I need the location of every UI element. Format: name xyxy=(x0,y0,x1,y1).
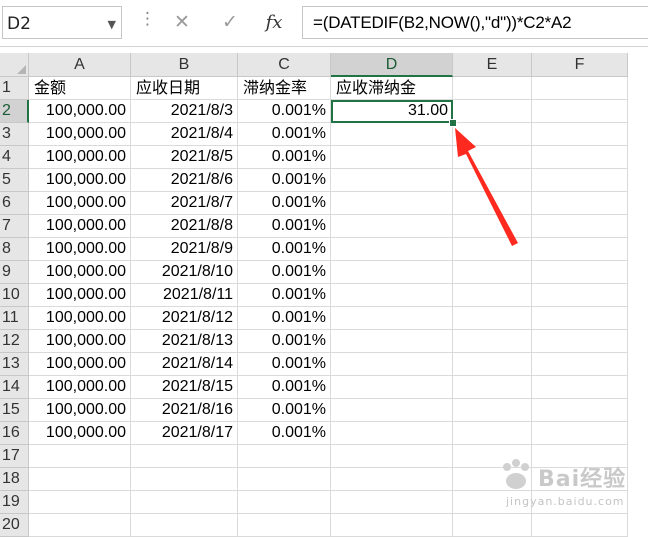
formula-text: =(DATEDIF(B2,NOW(),"d"))*C2*A2 xyxy=(313,13,572,32)
name-box[interactable]: D2 ▼ xyxy=(2,6,122,39)
watermark: Bai经验 jingyan.baidu.com xyxy=(488,455,638,517)
check-icon[interactable]: ✓ xyxy=(212,6,248,39)
insert-function-button[interactable]: fx xyxy=(256,6,292,39)
chevron-down-icon[interactable]: ▼ xyxy=(108,18,116,31)
drag-handle-icon[interactable]: ⋮ xyxy=(139,9,156,29)
paw-logo-icon xyxy=(503,459,529,489)
watermark-url: jingyan.baidu.com xyxy=(506,495,625,508)
close-icon[interactable]: ✕ xyxy=(164,6,200,39)
red-arrow-annotation xyxy=(455,128,518,246)
formula-bar: D2 ▼ ⋮ ✕ ✓ fx =(DATEDIF(B2,NOW(),"d"))*C… xyxy=(0,0,648,47)
formula-input[interactable]: =(DATEDIF(B2,NOW(),"d"))*C2*A2 xyxy=(302,6,648,39)
watermark-text: Bai经验 xyxy=(538,467,627,492)
spreadsheet-grid[interactable]: ABCDEF 1 金额 应收日期 滞纳金率 应收滞纳金 2 100,000.00 2021/8… xyxy=(0,53,648,537)
name-box-value: D2 xyxy=(7,14,31,34)
